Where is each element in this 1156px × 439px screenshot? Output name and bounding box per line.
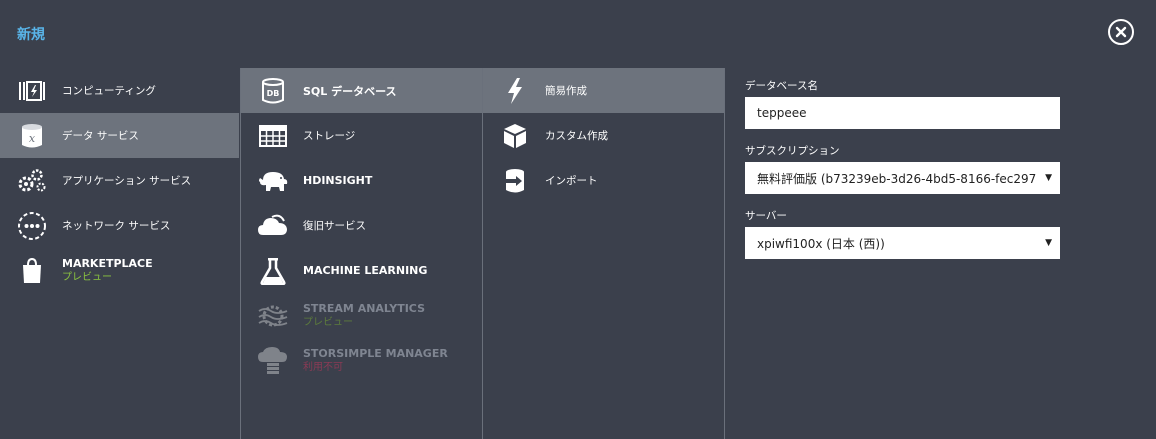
action-list: 簡易作成 カスタム作成 インポート	[482, 68, 725, 439]
action-import[interactable]: インポート	[483, 158, 724, 203]
subscription-label: サブスクリプション	[745, 145, 840, 157]
action-label: インポート	[545, 175, 598, 187]
service-label: STREAM ANALYTICS	[303, 301, 425, 315]
action-custom-create[interactable]: カスタム作成	[483, 113, 724, 158]
service-storsimple: STORSIMPLE MANAGER 利用不可	[241, 338, 482, 383]
dropdown-arrow-icon: ▼	[1045, 173, 1052, 183]
close-icon	[1115, 26, 1127, 38]
category-marketplace[interactable]: MARKETPLACE プレビュー	[0, 248, 239, 293]
hdinsight-icon	[257, 165, 289, 197]
preview-badge: プレビュー	[62, 271, 112, 283]
category-label: ネットワーク サービス	[62, 220, 171, 232]
service-storage[interactable]: ストレージ	[241, 113, 482, 158]
recovery-services-icon	[257, 210, 289, 242]
service-stream-analytics: STREAM ANALYTICS プレビュー	[241, 293, 482, 338]
server-label: サーバー	[745, 210, 787, 222]
category-label: MARKETPLACE	[62, 256, 153, 270]
service-label: STORSIMPLE MANAGER	[303, 346, 448, 360]
stream-analytics-icon	[257, 300, 289, 332]
action-label: 簡易作成	[545, 85, 587, 97]
database-icon: DB	[257, 75, 289, 107]
unavailable-badge: 利用不可	[303, 361, 343, 373]
category-label: データ サービス	[62, 130, 139, 142]
server-value: xpiwfi100x (日本 (西))	[757, 236, 885, 251]
category-compute[interactable]: コンピューティング	[0, 68, 239, 113]
service-label: 復旧サービス	[303, 220, 366, 232]
box-icon	[499, 120, 531, 152]
server-select[interactable]: xpiwfi100x (日本 (西)) ▼	[745, 227, 1060, 259]
marketplace-icon	[16, 255, 48, 287]
category-data-services[interactable]: x データ サービス	[0, 113, 239, 158]
svg-text:x: x	[29, 132, 36, 145]
service-label: ストレージ	[303, 130, 356, 142]
subscription-select[interactable]: 無料評価版 (b73239eb-3d26-4bd5-8166-fec297 ▼	[745, 162, 1060, 194]
category-label: アプリケーション サービス	[62, 175, 192, 187]
action-label: カスタム作成	[545, 130, 608, 142]
action-quick-create[interactable]: 簡易作成	[483, 68, 724, 113]
storage-icon	[257, 120, 289, 152]
service-label: SQL データベース	[303, 84, 397, 98]
dropdown-arrow-icon: ▼	[1045, 238, 1052, 248]
service-label: MACHINE LEARNING	[303, 264, 428, 277]
data-services-icon: x	[16, 120, 48, 152]
service-machine-learning[interactable]: MACHINE LEARNING	[241, 248, 482, 293]
service-recovery[interactable]: 復旧サービス	[241, 203, 482, 248]
category-network-services[interactable]: ネットワーク サービス	[0, 203, 239, 248]
network-services-icon	[16, 210, 48, 242]
preview-badge: プレビュー	[303, 316, 353, 328]
subscription-value: 無料評価版 (b73239eb-3d26-4bd5-8166-fec297	[757, 171, 1037, 186]
close-button[interactable]	[1108, 19, 1134, 45]
svg-text:DB: DB	[267, 89, 280, 98]
service-list: DB SQL データベース ストレージ HDINSIGHT 復旧サービス MAC…	[240, 68, 482, 439]
compute-icon	[16, 75, 48, 107]
category-list: コンピューティング x データ サービス アプリケーション サービス ネットワー…	[0, 68, 239, 439]
app-services-icon	[16, 165, 48, 197]
lightning-icon	[499, 75, 531, 107]
machine-learning-icon	[257, 255, 289, 287]
category-app-services[interactable]: アプリケーション サービス	[0, 158, 239, 203]
category-label: コンピューティング	[62, 85, 156, 97]
db-name-label: データベース名	[745, 80, 818, 92]
import-icon	[499, 165, 531, 197]
service-hdinsight[interactable]: HDINSIGHT	[241, 158, 482, 203]
storsimple-icon	[257, 345, 289, 377]
page-title: 新規	[17, 27, 45, 43]
service-sql-database[interactable]: DB SQL データベース	[241, 68, 482, 113]
db-name-input[interactable]: teppeee	[745, 97, 1060, 129]
create-database-form: データベース名 teppeee サブスクリプション 無料評価版 (b73239e…	[745, 78, 1060, 273]
service-label: HDINSIGHT	[303, 174, 373, 187]
